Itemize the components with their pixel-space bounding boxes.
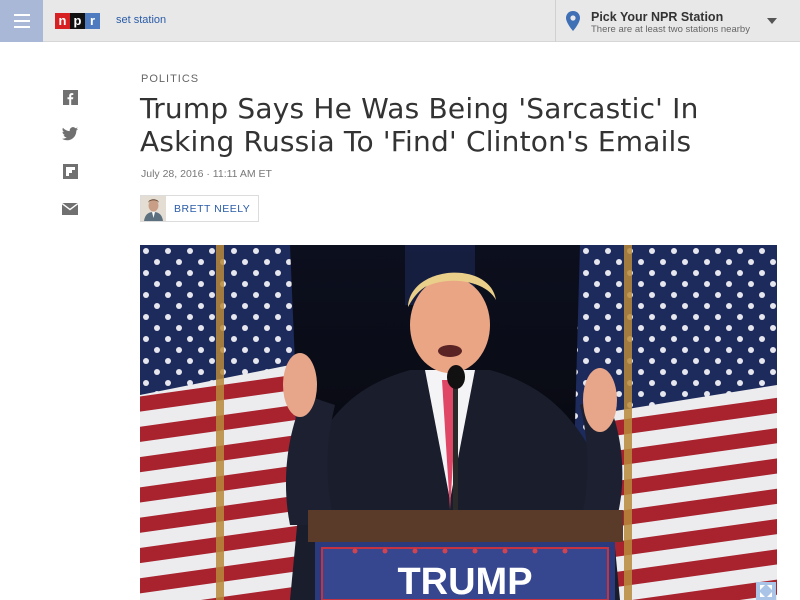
npr-logo[interactable]: n p r: [55, 13, 100, 29]
facebook-share-button[interactable]: [62, 89, 78, 105]
lead-photo-image: TRUMP: [140, 245, 777, 600]
article-headline: Trump Says He Was Being 'Sarcastic' In A…: [140, 92, 699, 158]
menu-icon-line: [13, 20, 30, 22]
enlarge-icon: [760, 585, 772, 597]
npr-logo-n: n: [55, 13, 70, 29]
menu-icon-line: [13, 26, 30, 28]
station-picker-subtitle: There are at least two stations nearby: [591, 24, 750, 35]
npr-logo-p: p: [70, 13, 85, 29]
email-share-button[interactable]: [62, 201, 78, 217]
lead-photo[interactable]: TRUMP: [140, 245, 777, 600]
author-name: Brett Neely: [174, 202, 251, 215]
set-station-link[interactable]: set station: [116, 14, 166, 26]
caret-down-icon[interactable]: [767, 18, 777, 24]
author-byline[interactable]: Brett Neely: [140, 195, 260, 222]
article-slug[interactable]: Politics: [141, 73, 199, 85]
flipboard-icon: [62, 163, 78, 179]
location-pin-icon: [566, 11, 580, 31]
twitter-share-button[interactable]: [62, 126, 78, 142]
flipboard-share-button[interactable]: [62, 163, 78, 179]
top-nav-bar: n p r set station Pick Your NPR Station …: [0, 0, 800, 42]
enlarge-photo-button[interactable]: [756, 582, 776, 600]
station-picker[interactable]: Pick Your NPR Station There are at least…: [555, 0, 800, 42]
email-icon: [62, 203, 78, 215]
twitter-icon: [62, 127, 78, 141]
facebook-icon: [62, 89, 78, 105]
station-picker-title: Pick Your NPR Station: [591, 10, 724, 24]
menu-button[interactable]: [0, 0, 43, 42]
npr-logo-r: r: [85, 13, 100, 29]
author-avatar: [141, 196, 166, 221]
article-dateline: July 28, 2016 · 11:11 AM ET: [141, 168, 272, 180]
menu-icon-line: [13, 14, 30, 16]
podium-sign-text: TRUMP: [397, 561, 532, 600]
